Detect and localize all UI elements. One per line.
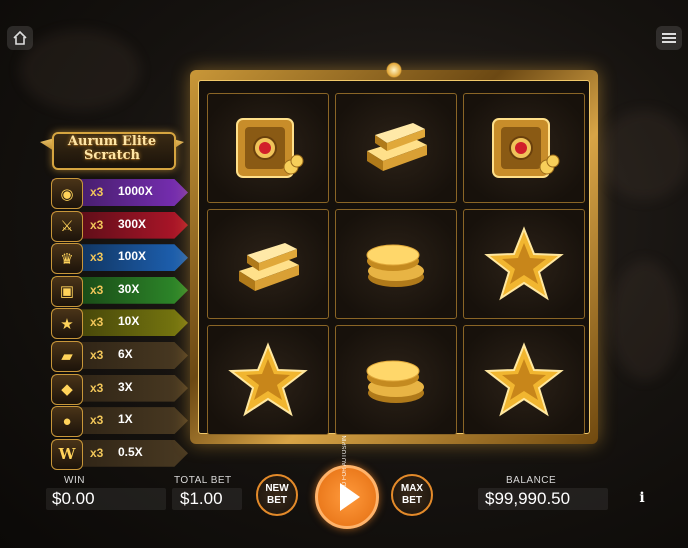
paytable-row: ♛ x3 100X	[48, 241, 188, 275]
gold-w-icon: W	[51, 438, 83, 470]
paytable-count: x3	[90, 250, 104, 265]
paytable-count: x3	[90, 217, 104, 232]
treasure-safe-icon	[492, 118, 560, 178]
new-bet-button[interactable]: NEW BET	[256, 474, 298, 516]
logo-title-line2: Scratch	[84, 148, 140, 163]
info-button[interactable]: i	[632, 488, 652, 508]
bokeh	[610, 260, 680, 380]
scratch-board	[190, 62, 598, 444]
menu-button[interactable]	[656, 26, 682, 50]
game-logo: Aurum Elite Scratch	[38, 120, 186, 176]
treasure-safe-icon: ▣	[51, 275, 83, 307]
paytable-row: W x3 0.5X	[48, 437, 188, 470]
scratch-cell-treasure-safe[interactable]	[463, 93, 585, 203]
paytable-multiplier: 6X	[118, 346, 133, 361]
paytable-count: x3	[90, 347, 104, 362]
treasure-safe-icon	[236, 118, 304, 178]
paytable-row: ▣ x3 30X	[48, 274, 188, 307]
paytable-row: ◉ x3 1000X	[48, 176, 188, 209]
board-inner	[198, 80, 590, 435]
paytable-row: ◆ x3 3X	[48, 372, 188, 405]
crown-icon: ♛	[51, 243, 83, 275]
info-icon: i	[639, 490, 645, 506]
spin-button[interactable]: HOLD FOR AUTOSPIN	[315, 436, 379, 529]
paytable-count: x3	[90, 282, 104, 297]
logo-title-line1: Aurum Elite	[67, 134, 157, 149]
paytable: ◉ x3 1000X ⚔ x3 300X ♛ x3 100X ▣ x3 30X …	[48, 176, 188, 470]
paytable-multiplier: 100X	[118, 249, 147, 264]
total-bet-label: TOTAL BET	[174, 475, 232, 486]
scratch-cell-gold-star[interactable]	[207, 325, 329, 435]
scratch-cell-treasure-safe[interactable]	[207, 93, 329, 203]
win-value: $0.00	[52, 489, 95, 508]
paytable-row: ● x3 1X	[48, 404, 188, 438]
scratch-cell-gold-star[interactable]	[463, 209, 585, 319]
bokeh	[600, 110, 688, 200]
paytable-count: x3	[90, 185, 104, 199]
gold-star-icon	[228, 342, 308, 417]
paytable-multiplier: 1X	[118, 412, 133, 427]
paytable-multiplier: 1000X	[118, 184, 153, 198]
paytable-multiplier: 300X	[118, 216, 147, 231]
paytable-row: ★ x3 10X	[48, 306, 188, 340]
paytable-multiplier: 30X	[118, 281, 140, 296]
new-bet-label: NEW BET	[265, 483, 289, 506]
scratch-cell-gold-coins[interactable]	[335, 325, 457, 435]
balance-label: BALANCE	[506, 475, 557, 486]
paytable-row: ⚔ x3 300X	[48, 209, 188, 242]
gold-coins-icon: ●	[51, 406, 83, 438]
gold-star-icon	[484, 226, 564, 301]
home-button[interactable]	[7, 26, 33, 50]
paytable-row: ▰ x3 6X	[48, 339, 188, 372]
paytable-count: x3	[90, 380, 104, 395]
scratch-cell-gold-bars[interactable]	[207, 209, 329, 319]
paytable-count: x3	[90, 445, 104, 460]
max-bet-button[interactable]: MAX BET	[391, 474, 433, 516]
scratch-cell-gold-coins[interactable]	[335, 209, 457, 319]
gold-bars-icon	[367, 123, 427, 171]
golden-sword-icon: ⚔	[51, 210, 83, 242]
gold-gem-icon: ◆	[51, 373, 83, 405]
scratch-cell-gold-bars[interactable]	[335, 93, 457, 203]
gold-bars-icon	[239, 243, 299, 291]
win-label: WIN	[64, 475, 85, 486]
gold-coins-icon	[366, 360, 424, 403]
home-icon	[13, 30, 27, 45]
hold-for-autospin-text: HOLD FOR AUTOSPIN	[342, 435, 348, 499]
max-bet-label: MAX BET	[400, 483, 424, 506]
gold-coins-icon	[366, 244, 424, 287]
amethyst-medallion-icon: ◉	[51, 178, 83, 209]
gold-bars-icon: ▰	[51, 340, 83, 372]
gold-star-icon	[484, 342, 564, 417]
balance-value: $99,990.50	[485, 489, 571, 508]
paytable-count: x3	[90, 315, 104, 330]
paytable-count: x3	[90, 413, 104, 428]
scratch-cell-gold-star[interactable]	[463, 325, 585, 435]
paytable-multiplier: 3X	[118, 379, 133, 394]
hamburger-menu-icon	[662, 33, 676, 43]
board-crest	[386, 62, 402, 78]
total-bet-value[interactable]: $1.00	[180, 489, 223, 509]
paytable-multiplier: 10X	[118, 314, 140, 329]
paytable-multiplier: 0.5X	[118, 444, 143, 459]
gold-star-icon: ★	[51, 308, 83, 340]
bokeh	[20, 30, 140, 110]
